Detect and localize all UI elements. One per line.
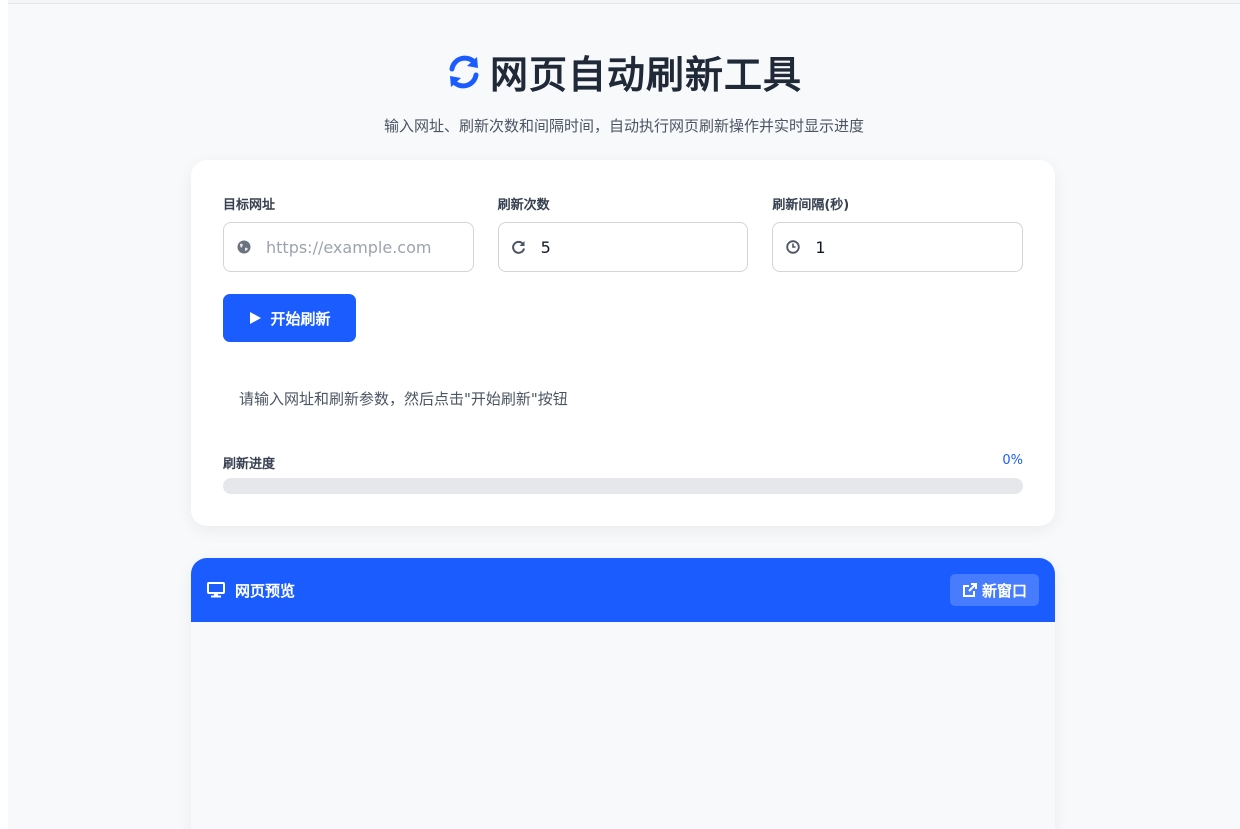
status-message: 请输入网址和刷新参数，然后点击"开始刷新"按钮: [239, 390, 568, 408]
progress-label: 刷新进度: [223, 457, 276, 472]
url-label: 目标网址: [223, 198, 276, 213]
header: 网页自动刷新工具 输入网址、刷新次数和间隔时间，自动执行网页刷新操作并实时显示进…: [8, 44, 1240, 136]
clock-icon: [785, 239, 801, 255]
title-row: 网页自动刷新工具: [446, 44, 802, 99]
count-input[interactable]: [540, 237, 730, 257]
url-input[interactable]: [266, 237, 456, 257]
refresh-icon: [449, 55, 479, 88]
settings-card: 目标网址 刷新次数: [191, 160, 1055, 526]
start-button-label: 开始刷新: [270, 309, 331, 328]
left-edge: [0, 0, 8, 829]
redo-icon: [511, 239, 527, 255]
page: 网页自动刷新工具 输入网址、刷新次数和间隔时间，自动执行网页刷新操作并实时显示进…: [8, 4, 1240, 829]
play-icon: [250, 312, 262, 324]
page-title: 网页自动刷新工具: [489, 53, 802, 97]
progress-bar: [223, 478, 1023, 494]
preview-panel: 网页预览 新窗口: [191, 558, 1055, 829]
external-link-icon: [962, 583, 977, 597]
progress-percent: 0%: [1002, 453, 1023, 468]
interval-field-group: 刷新间隔(秒): [772, 194, 1024, 272]
interval-label: 刷新间隔(秒): [772, 198, 850, 213]
monitor-icon: [207, 582, 225, 598]
fields-row: 目标网址 刷新次数: [223, 194, 1024, 272]
preview-content: [191, 622, 1055, 829]
globe-icon: [236, 239, 252, 255]
interval-input[interactable]: [815, 237, 1005, 257]
start-refresh-button[interactable]: 开始刷新: [223, 294, 356, 342]
count-label: 刷新次数: [497, 198, 550, 213]
page-subtitle: 输入网址、刷新次数和间隔时间，自动执行网页刷新操作并实时显示进度: [383, 117, 864, 135]
preview-header: 网页预览 新窗口: [191, 558, 1055, 622]
url-field-group: 目标网址: [223, 194, 474, 272]
new-window-button[interactable]: 新窗口: [949, 574, 1039, 606]
new-window-label: 新窗口: [981, 581, 1027, 600]
count-field-group: 刷新次数: [497, 194, 749, 272]
interval-input-wrap: [772, 222, 1024, 272]
count-input-wrap: [497, 222, 749, 272]
preview-title-group: 网页预览: [207, 580, 295, 601]
url-input-wrap: [223, 222, 474, 272]
preview-title: 网页预览: [235, 581, 296, 600]
